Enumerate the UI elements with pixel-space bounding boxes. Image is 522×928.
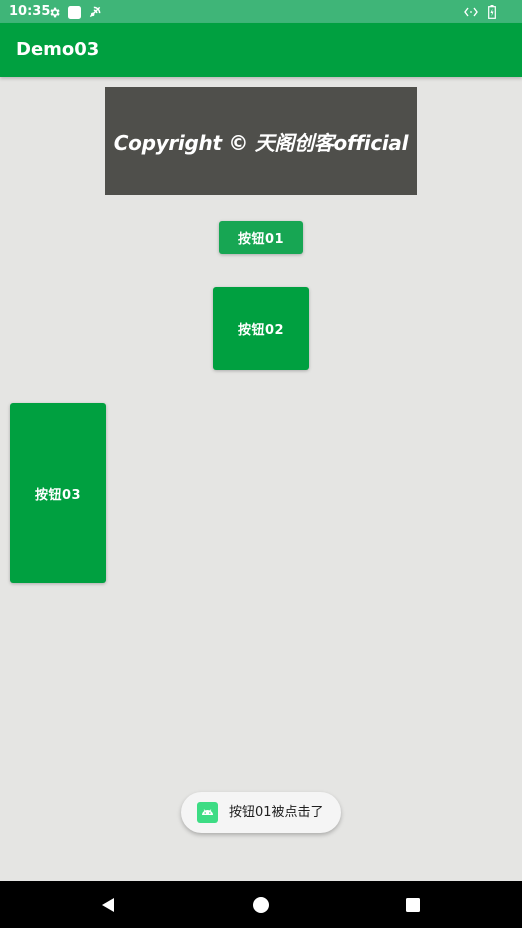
code-arrows-icon xyxy=(464,7,478,17)
recents-square-icon[interactable] xyxy=(401,893,425,917)
app-bar: Demo03 xyxy=(0,23,522,77)
button-02[interactable]: 按钮02 xyxy=(213,287,309,370)
android-icon xyxy=(197,802,218,823)
toast-text: 按钮01被点击了 xyxy=(229,805,324,820)
copyright-banner: Copyright © 天阁创客official xyxy=(105,87,417,195)
button-03[interactable]: 按钮03 xyxy=(10,403,106,583)
app-title: Demo03 xyxy=(16,39,100,60)
toast-message: 按钮01被点击了 xyxy=(181,792,341,833)
status-icons-left xyxy=(48,4,102,20)
wifi-signal-icon xyxy=(89,6,101,18)
back-triangle-icon[interactable] xyxy=(96,893,120,917)
button-01[interactable]: 按钮01 xyxy=(219,221,303,254)
status-bar: 10:35 xyxy=(0,0,522,23)
status-icons-right xyxy=(464,4,496,20)
battery-icon xyxy=(488,5,496,19)
gear-icon xyxy=(50,7,60,17)
navigation-bar xyxy=(0,881,522,928)
home-circle-icon[interactable] xyxy=(249,893,273,917)
status-time: 10:35 xyxy=(9,4,51,19)
banner-text: Copyright © 天阁创客official xyxy=(113,130,409,155)
square-notification-icon xyxy=(68,5,81,19)
